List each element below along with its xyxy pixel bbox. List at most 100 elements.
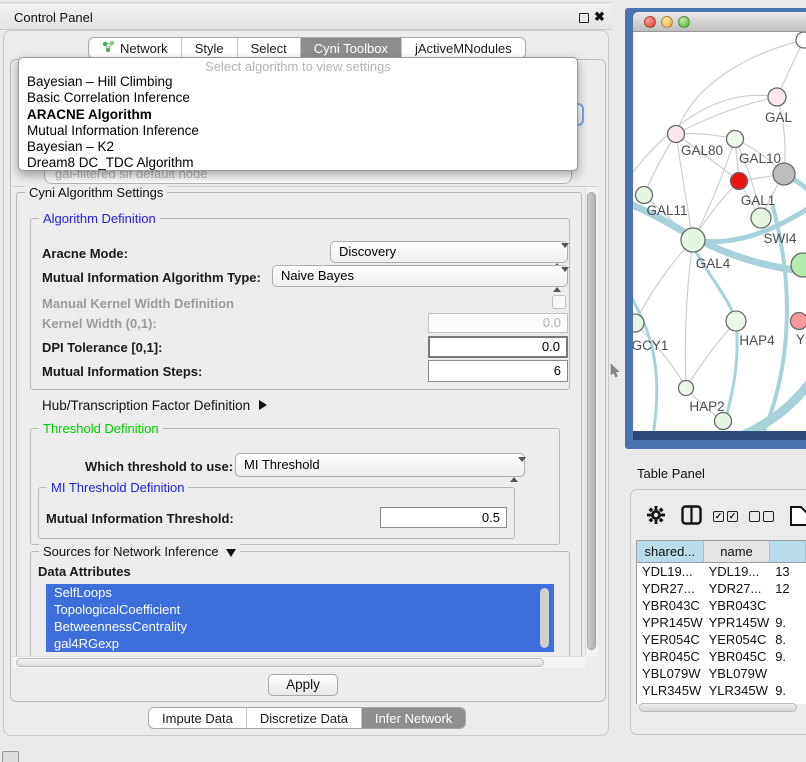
list-scrollbar-thumb[interactable] (540, 588, 549, 648)
apply-button[interactable]: Apply (268, 674, 338, 696)
table-cell: YPR145W (704, 614, 771, 631)
network-edge[interactable] (644, 134, 676, 195)
combo-stepper-icon (553, 246, 562, 266)
window-close-icon[interactable] (644, 16, 656, 28)
network-node[interactable] (727, 131, 744, 148)
settings-horizontal-scrollbar-thumb[interactable] (16, 658, 544, 667)
tab-cyni-toolbox[interactable]: Cyni Toolbox (301, 38, 402, 58)
table-cell: YER054C (637, 631, 704, 648)
mi-algorithm-type-combo[interactable]: Naive Bayes (272, 265, 568, 287)
manual-kernel-width-checkbox[interactable] (552, 295, 566, 309)
table-cell: YBR045C (704, 648, 771, 665)
table-row[interactable]: YPR145WYPR145W9. (637, 614, 806, 631)
tab-select[interactable]: Select (238, 38, 301, 58)
network-node[interactable] (751, 208, 771, 228)
table-row[interactable]: YER054CYER054C8. (637, 631, 806, 648)
node-label: HAP4 (739, 333, 775, 348)
network-node[interactable] (679, 381, 694, 396)
network-node[interactable] (668, 126, 685, 143)
table-cell: YPR145W (637, 614, 704, 631)
tab-discretize-data[interactable]: Discretize Data (247, 708, 362, 728)
tab-infer-network[interactable]: Infer Network (362, 708, 465, 728)
new-table-icon[interactable] (789, 505, 806, 527)
hub-definition-expander[interactable]: Hub/Transcription Factor Definition (42, 398, 267, 413)
dpi-tolerance-label: DPI Tolerance [0,1]: (42, 340, 162, 355)
tab-jactivemnodules[interactable]: jActiveMNodules (402, 38, 525, 58)
tab-style[interactable]: Style (182, 38, 238, 58)
network-node[interactable] (791, 253, 806, 277)
algorithm-option[interactable]: Bayesian – Hill Climbing (19, 74, 577, 90)
settings-vertical-scrollbar-thumb[interactable] (587, 192, 596, 650)
network-node[interactable] (636, 187, 653, 204)
network-edge[interactable] (676, 97, 777, 134)
table-row[interactable]: YLR345WYLR345W9. (637, 682, 806, 699)
kernel-width-field[interactable]: 0.0 (428, 313, 568, 333)
dpi-tolerance-field[interactable]: 0.0 (428, 336, 568, 358)
combo-stepper-icon (553, 270, 562, 290)
column-header-clipped[interactable] (770, 541, 806, 562)
hide-columns-icon[interactable] (749, 511, 774, 522)
table-horizontal-scrollbar-thumb[interactable] (639, 703, 797, 712)
gear-icon[interactable] (646, 505, 666, 525)
which-threshold-combo[interactable]: MI Threshold (235, 453, 525, 477)
algorithm-option[interactable]: Bayesian – K2 (19, 139, 577, 155)
attribute-list-item[interactable]: gal4RGexp (46, 635, 554, 652)
attribute-list-item[interactable]: SelfLoops (46, 584, 554, 601)
kernel-width-label: Kernel Width (0,1): (42, 316, 157, 331)
cyni-bottom-tabs: Impute Data Discretize Data Infer Networ… (148, 707, 466, 729)
algorithm-option[interactable]: ARACNE Algorithm (19, 107, 577, 123)
network-node[interactable] (715, 413, 732, 430)
window-minimize-icon[interactable] (661, 16, 673, 28)
data-attributes-list[interactable]: SelfLoopsTopologicalCoefficientBetweenne… (46, 584, 554, 652)
table-row[interactable]: YDL19...YDL19...13 (637, 563, 806, 580)
network-edge[interactable] (635, 323, 686, 388)
node-label: GAL4 (696, 256, 731, 271)
checked-box-icon: ✓ (727, 511, 738, 522)
tab-network[interactable]: Network (89, 38, 182, 58)
table-row[interactable]: YBR045CYBR045C9. (637, 648, 806, 665)
table-cell: 13 (770, 563, 806, 580)
table-row[interactable]: YBR043CYBR043C (637, 597, 806, 614)
column-header-shared-name[interactable]: shared... (637, 541, 704, 562)
algorithm-option[interactable]: Basic Correlation Inference (19, 90, 577, 106)
network-canvas[interactable]: GALGAL80GAL10GAL1GAL11SWI4GAL4GCY1HAP4YH… (633, 32, 806, 431)
table-row[interactable]: YBL079WYBL079W (637, 665, 806, 682)
column-view-icon[interactable] (681, 505, 702, 525)
manual-kernel-width-label: Manual Kernel Width Definition (42, 296, 234, 311)
network-node[interactable] (726, 311, 746, 331)
network-node[interactable] (731, 173, 748, 190)
sources-expander[interactable]: Sources for Network Inference (39, 544, 240, 559)
table-cell: YDL19... (637, 563, 704, 580)
algorithm-option[interactable]: Dream8 DC_TDC Algorithm (19, 155, 577, 171)
float-panel-icon[interactable] (579, 13, 589, 23)
mi-threshold-field[interactable]: 0.5 (380, 507, 507, 528)
aracne-mode-combo[interactable]: Discovery (330, 241, 568, 263)
network-edge-highlighted[interactable] (633, 292, 657, 431)
node-label: GAL80 (681, 143, 723, 158)
node-label: SWI4 (763, 231, 796, 246)
collapsed-panel-icon[interactable] (2, 751, 19, 762)
table-cell: YBR043C (704, 597, 771, 614)
window-zoom-icon[interactable] (678, 16, 690, 28)
tab-impute-data[interactable]: Impute Data (149, 708, 247, 728)
attribute-list-item[interactable]: BetweennessCentrality (46, 618, 554, 635)
close-panel-icon[interactable]: ✖ (594, 9, 605, 25)
network-edge[interactable] (685, 240, 693, 388)
network-window-titlebar[interactable] (633, 12, 806, 32)
network-node[interactable] (768, 88, 786, 106)
column-header-name[interactable]: name (704, 541, 771, 562)
network-node[interactable] (681, 228, 705, 252)
network-node[interactable] (791, 313, 806, 330)
table-row[interactable]: YDR27...YDR27...12 (637, 580, 806, 597)
window-top-border (0, 2, 612, 3)
network-edge[interactable] (686, 321, 736, 388)
show-columns-icon[interactable]: ✓ ✓ (713, 511, 738, 522)
node-table[interactable]: shared... name YDL19...YDL19...13YDR27..… (636, 540, 806, 704)
network-node[interactable] (796, 32, 806, 48)
attribute-list-item[interactable]: TopologicalCoefficient (46, 601, 554, 618)
network-edge[interactable] (635, 240, 693, 323)
data-attributes-label: Data Attributes (38, 564, 131, 579)
mi-steps-field[interactable]: 6 (428, 360, 568, 382)
algorithm-option[interactable]: Mutual Information Inference (19, 123, 577, 139)
network-node[interactable] (773, 163, 795, 185)
